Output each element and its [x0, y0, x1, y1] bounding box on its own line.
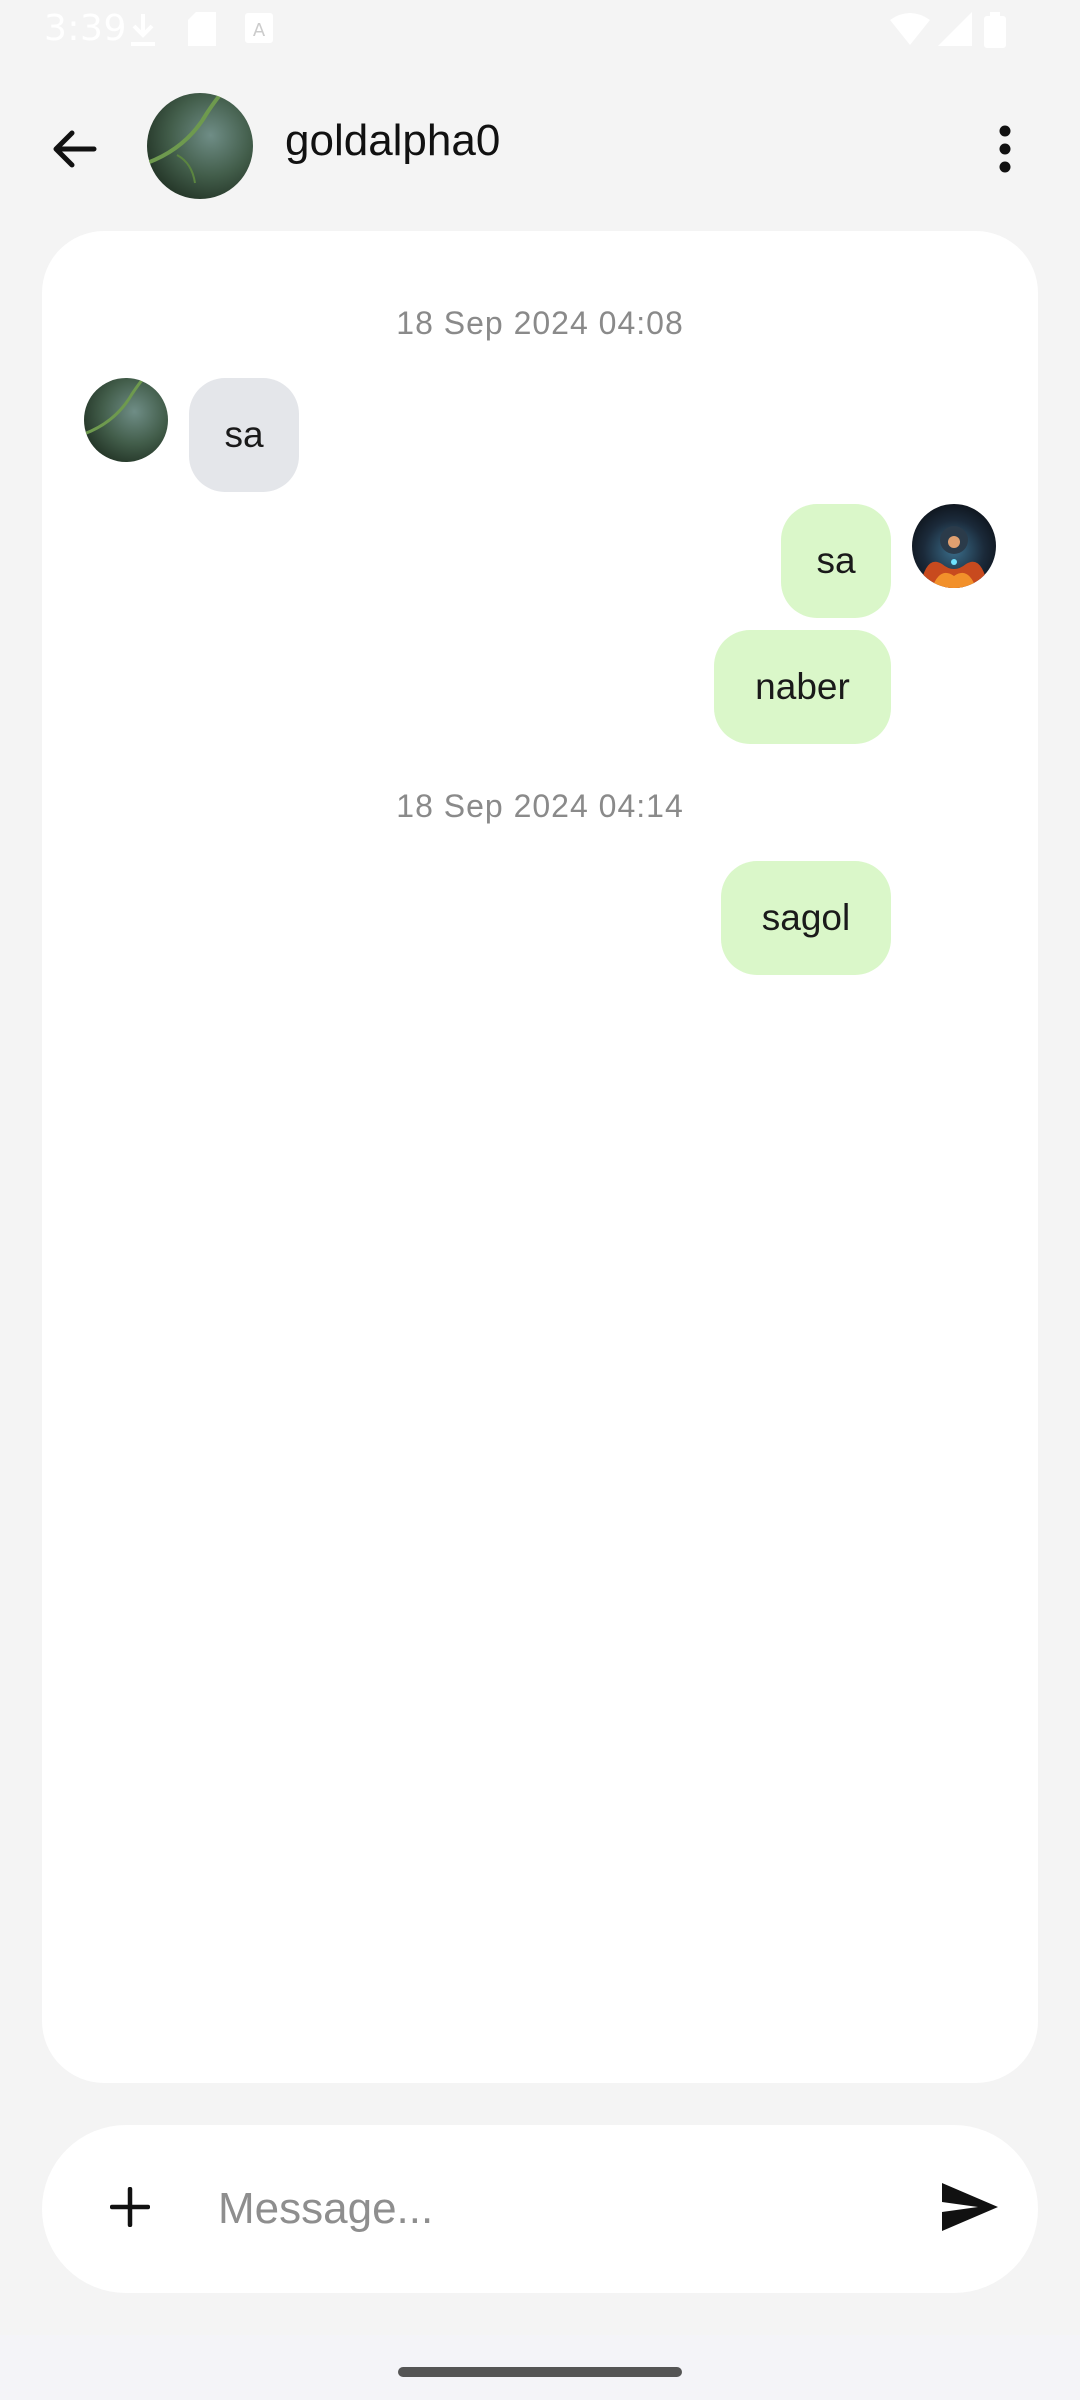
incoming-message-bubble[interactable]: sa — [189, 378, 299, 492]
chat-header: goldalpha0 — [0, 80, 1080, 215]
send-icon — [940, 2181, 1000, 2237]
date-separator: 18 Sep 2024 04:08 — [396, 305, 684, 341]
arrow-left-icon — [50, 129, 98, 173]
attach-button[interactable] — [90, 2169, 170, 2249]
wifi-icon — [890, 12, 930, 50]
navigation-bar — [0, 2335, 1080, 2400]
contact-name: goldalpha0 — [285, 116, 501, 165]
user-message-avatar[interactable] — [912, 504, 996, 588]
contact-message-avatar[interactable] — [84, 378, 168, 462]
send-button[interactable] — [928, 2169, 1012, 2249]
home-gesture-handle[interactable] — [398, 2367, 682, 2377]
more-options-button[interactable] — [975, 115, 1035, 187]
signal-icon — [938, 12, 974, 50]
outgoing-message-bubble[interactable]: naber — [714, 630, 891, 744]
message-list[interactable]: 18 Sep 2024 04:08 sa sa naber 18 Sep 202… — [42, 231, 1038, 2083]
date-separator: 18 Sep 2024 04:14 — [396, 788, 684, 824]
contact-avatar[interactable] — [147, 93, 253, 199]
status-time: 3:39 — [44, 8, 127, 49]
plus-icon — [109, 2186, 151, 2231]
download-icon — [128, 12, 158, 52]
message-input[interactable] — [218, 2169, 918, 2249]
outgoing-message-bubble[interactable]: sagol — [721, 861, 891, 975]
more-vert-icon — [998, 125, 1012, 177]
keyboard-a-icon: A — [244, 12, 274, 48]
battery-icon — [984, 12, 1006, 52]
svg-text:A: A — [253, 20, 266, 41]
message-composer — [42, 2125, 1038, 2293]
outgoing-message-bubble[interactable]: sa — [781, 504, 891, 618]
back-button[interactable] — [38, 115, 110, 187]
status-bar: 3:39 A — [0, 0, 1080, 60]
sd-card-icon — [188, 12, 216, 50]
